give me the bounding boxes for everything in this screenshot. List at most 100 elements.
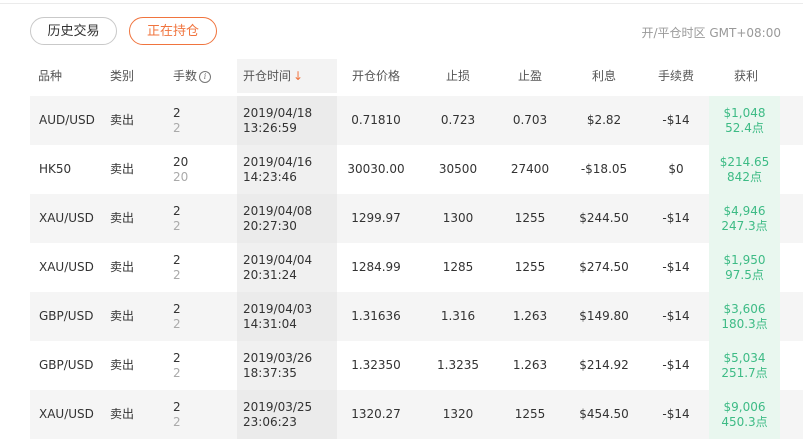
header-lots-label: 手数 [173,69,198,83]
profit-points: 247.3点 [721,218,768,233]
lots-sub-value: 2 [173,218,181,233]
open-time-cell: 2019/03/26 18:37:35 [237,341,337,390]
header-interest[interactable]: 利息 [576,59,632,93]
open-clock: 18:37:35 [243,365,297,380]
header-commission[interactable]: 手续费 [648,59,704,93]
profit-cell: $3,606 180.3点 [709,292,780,341]
profit-cell: $9,006 450.3点 [709,390,780,439]
symbol-cell: GBP/USD [39,358,94,372]
open-clock: 23:06:23 [243,414,297,429]
open-clock: 13:26:59 [243,120,297,135]
type-cell: 卖出 [110,407,135,421]
symbol-cell: XAU/USD [39,407,94,421]
lots-value: 2 [173,252,181,267]
open-time-cell: 2019/04/18 13:26:59 [237,96,337,145]
table-row[interactable]: XAU/USD 卖出 2 2 2019/04/08 20:27:30 1299.97 1300… [30,194,803,243]
profit-value: $214.65 [719,154,770,169]
commission-cell: -$14 [662,260,690,274]
profit-points: 251.7点 [721,365,768,380]
open-clock: 20:27:30 [243,218,297,233]
type-cell: 卖出 [110,358,135,372]
stop-loss-cell: 1300 [442,211,474,225]
lots-sub-value: 2 [173,365,181,380]
stop-loss-cell: 1320 [442,407,474,421]
symbol-cell: XAU/USD [39,260,94,274]
table-row[interactable]: GBP/USD 卖出 2 2 2019/03/26 18:37:35 1.32350 1.32… [30,341,803,390]
profit-value: $9,006 [723,399,766,414]
take-profit-cell: 1.263 [512,358,548,372]
take-profit-cell: 1255 [514,407,546,421]
lots-sub-value: 2 [173,267,181,282]
profit-cell: $5,034 251.7点 [709,341,780,390]
open-date: 2019/04/18 [243,105,313,120]
table-row[interactable]: XAU/USD 卖出 2 2 2019/04/04 20:31:24 1284.99 1285… [30,243,803,292]
table-row[interactable]: HK50 卖出 20 20 2019/04/16 14:23:46 30030.00 3050… [30,145,803,194]
type-cell: 卖出 [110,162,135,176]
commission-cell: -$14 [662,113,690,127]
lots-sub-value: 2 [173,316,181,331]
top-divider [0,3,803,4]
take-profit-cell: 27400 [510,162,550,176]
interest-cell: $2.82 [586,113,622,127]
open-price-cell: 0.71810 [351,113,401,127]
tab-open-positions[interactable]: 正在持仓 [129,17,217,45]
interest-cell: -$18.05 [580,162,628,176]
table-row[interactable]: XAU/USD 卖出 2 2 2019/03/25 23:06:23 1320.27 1320… [30,390,803,439]
lots-sub-value: 2 [173,414,181,429]
header-stop-loss[interactable]: 止损 [428,59,488,93]
header-open-price[interactable]: 开仓价格 [340,59,412,93]
header-lots[interactable]: 手数 i [173,59,212,93]
lots-cell: 22 [173,390,181,439]
type-cell: 卖出 [110,309,135,323]
profit-points: 842点 [727,169,762,184]
open-date: 2019/03/25 [243,399,313,414]
open-clock: 20:31:24 [243,267,297,282]
open-price-cell: 30030.00 [347,162,405,176]
open-date: 2019/04/08 [243,203,313,218]
stop-loss-cell: 0.723 [440,113,476,127]
open-price-cell: 1299.97 [351,211,401,225]
lots-value: 2 [173,105,181,120]
open-clock: 14:23:46 [243,169,297,184]
lots-value: 20 [173,154,189,169]
take-profit-cell: 1.263 [512,309,548,323]
symbol-cell: AUD/USD [39,113,95,127]
table-row[interactable]: AUD/USD 卖出 2 2 2019/04/18 13:26:59 0.71810 0.72… [30,96,803,145]
timezone-label: 开/平仓时区 GMT+08:00 [641,26,781,40]
header-open-time[interactable]: 开仓时间 ↓ [237,59,337,93]
profit-points: 450.3点 [721,414,768,429]
profit-cell: $1,950 97.5点 [709,243,780,292]
sort-desc-arrow-icon[interactable]: ↓ [293,69,303,83]
lots-sub-value: 2 [173,120,181,135]
lots-cell: 22 [173,194,181,243]
open-date: 2019/04/04 [243,252,313,267]
lots-value: 2 [173,399,181,414]
header-take-profit[interactable]: 止盈 [500,59,560,93]
header-symbol[interactable]: 品种 [38,59,62,93]
commission-cell: -$14 [662,211,690,225]
open-time-cell: 2019/04/08 20:27:30 [237,194,337,243]
type-cell: 卖出 [110,211,135,225]
open-price-cell: 1.31636 [351,309,401,323]
open-time-cell: 2019/04/04 20:31:24 [237,243,337,292]
profit-points: 97.5点 [725,267,764,282]
type-cell: 卖出 [110,260,135,274]
lots-value: 2 [173,203,181,218]
lots-value: 2 [173,350,181,365]
open-time-cell: 2019/04/16 14:23:46 [237,145,337,194]
stop-loss-cell: 1.316 [440,309,476,323]
commission-cell: $0 [668,162,684,176]
open-clock: 14:31:04 [243,316,297,331]
table-header: 品种 类别 手数 i 开仓时间 ↓ 开仓价格 止损 止盈 利息 手续费 获利 [0,59,803,93]
header-profit[interactable]: 获利 [712,59,780,93]
profit-value: $4,946 [723,203,766,218]
commission-cell: -$14 [662,407,690,421]
table-row[interactable]: GBP/USD 卖出 2 2 2019/04/03 14:31:04 1.31636 1.31… [30,292,803,341]
header-open-time-label: 开仓时间 [243,69,292,83]
header-type[interactable]: 类别 [110,59,134,93]
stop-loss-cell: 1285 [442,260,474,274]
symbol-cell: XAU/USD [39,211,94,225]
tab-history[interactable]: 历史交易 [30,17,117,45]
open-time-cell: 2019/03/25 23:06:23 [237,390,337,439]
info-icon[interactable]: i [199,71,212,83]
